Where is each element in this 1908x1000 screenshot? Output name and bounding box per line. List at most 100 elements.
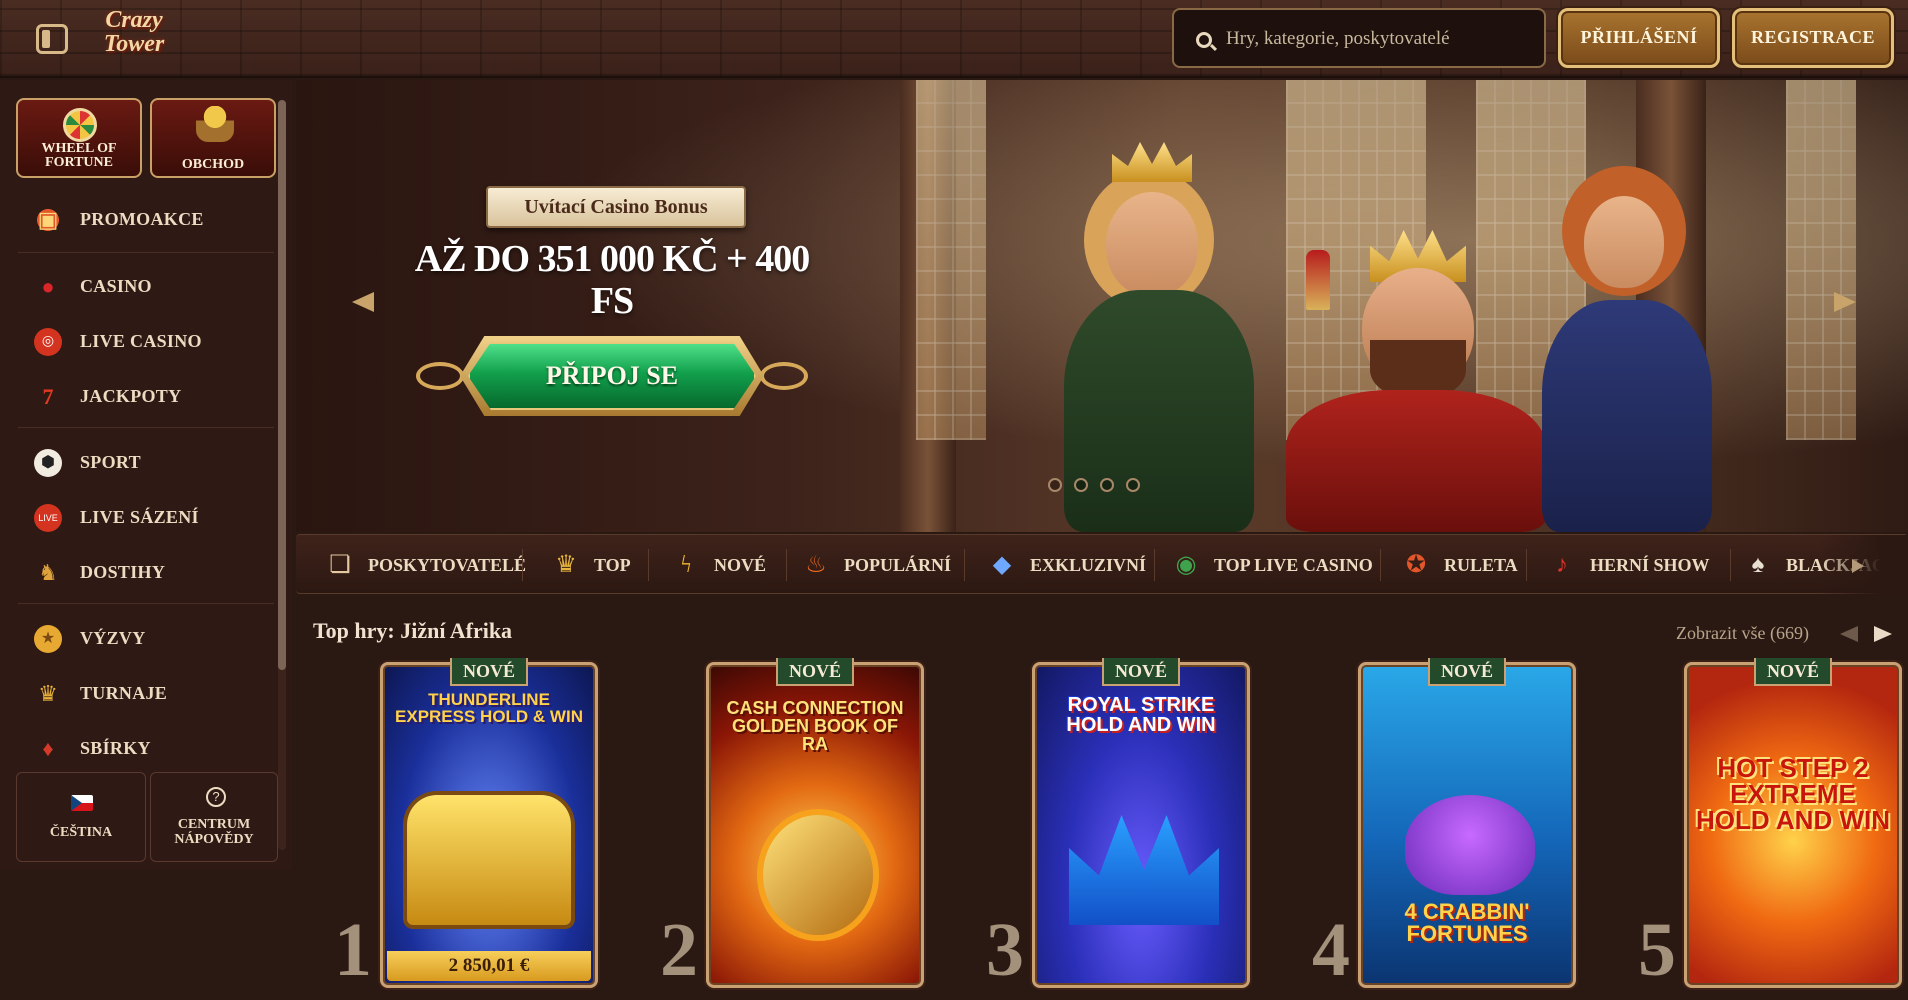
game-tile-royal-strike[interactable]: 3 ROYAL STRIKE HOLD AND WIN NOVÉ bbox=[986, 658, 1250, 988]
hero-banner[interactable]: Uvítací Casino Bonus AŽ DO 351 000 KČ + … bbox=[296, 80, 1908, 532]
category-label: POPULÁRNÍ bbox=[844, 555, 951, 575]
help-question-icon: ? bbox=[206, 787, 226, 807]
sidebar-item-live-sazeni[interactable]: LIVE LIVE SÁZENÍ bbox=[18, 492, 274, 542]
register-button[interactable]: REGISTRACE bbox=[1732, 8, 1894, 68]
language-label: ČEŠTINA bbox=[49, 825, 113, 840]
new-badge: NOVÉ bbox=[1102, 658, 1180, 686]
sidebar-toggle-icon[interactable] bbox=[36, 24, 68, 54]
show-all-link[interactable]: Zobrazit vše (669) bbox=[1676, 623, 1809, 644]
game-card: HOT STEP 2 EXTREME HOLD AND WIN bbox=[1684, 662, 1902, 988]
game-card: 4 CRABBIN' FORTUNES bbox=[1358, 662, 1576, 988]
category-separator bbox=[964, 549, 965, 581]
games-next-arrow-icon[interactable] bbox=[1874, 626, 1892, 642]
sidebar-item-dostihy[interactable]: ♞ DOSTIHY bbox=[18, 547, 274, 597]
help-center-label: CENTRUM NÁPOVĚDY bbox=[174, 817, 254, 847]
sidebar-item-sbirky[interactable]: ♦ SBÍRKY bbox=[18, 723, 274, 773]
sidebar-item-label: DOSTIHY bbox=[80, 562, 166, 582]
category-separator bbox=[1526, 549, 1527, 581]
sidebar: WHEEL OF FORTUNE OBCHOD ▣ PROMOAKCE ● CA… bbox=[0, 80, 292, 870]
category-separator bbox=[786, 549, 787, 581]
games-prev-arrow-icon[interactable] bbox=[1840, 626, 1858, 642]
game-rank: 1 bbox=[334, 908, 372, 992]
crown-art bbox=[1069, 815, 1219, 925]
king-character bbox=[1266, 190, 1556, 532]
wheel-of-fortune-tile[interactable]: WHEEL OF FORTUNE bbox=[16, 98, 142, 178]
sidebar-item-casino[interactable]: ● CASINO bbox=[18, 261, 274, 311]
search-input[interactable] bbox=[1226, 22, 1526, 56]
category-label: RULETA bbox=[1444, 555, 1518, 575]
category-label: EXKLUZIVNÍ bbox=[1030, 555, 1147, 575]
sidebar-item-promoakce[interactable]: ▣ PROMOAKCE bbox=[18, 194, 274, 244]
category-separator bbox=[1730, 549, 1731, 581]
crazy-tower-logo[interactable]: Crazy Tower bbox=[100, 8, 168, 68]
sidebar-item-label: CASINO bbox=[80, 276, 152, 296]
cherries-icon: ● bbox=[41, 274, 55, 299]
game-tile-crabbin-fortunes[interactable]: 4 4 CRABBIN' FORTUNES NOVÉ bbox=[1312, 658, 1576, 988]
wheel-of-fortune-label: WHEEL OF FORTUNE bbox=[41, 141, 117, 170]
search-box[interactable] bbox=[1172, 8, 1546, 68]
category-scroll-right-icon[interactable] bbox=[1852, 559, 1864, 573]
sidebar-scrollbar-thumb[interactable] bbox=[278, 100, 286, 670]
poker-chip-icon: ◉ bbox=[1175, 552, 1197, 578]
section-title: Top hry: Jižní Afrika bbox=[313, 618, 513, 643]
microphone-icon: ♪ bbox=[1556, 552, 1568, 578]
crab-art bbox=[1405, 795, 1535, 895]
shop-tile[interactable]: OBCHOD bbox=[150, 98, 276, 178]
locomotive-art bbox=[407, 795, 571, 925]
sidebar-item-live-casino[interactable]: ◎ LIVE CASINO bbox=[18, 316, 274, 366]
game-rank: 2 bbox=[660, 908, 698, 992]
game-tile-thunderline-express[interactable]: 1 THUNDERLINE EXPRESS HOLD & WIN 2 850,0… bbox=[334, 658, 598, 988]
sidebar-item-label: TURNAJE bbox=[80, 683, 168, 703]
bonus-title-plaque: Uvítací Casino Bonus bbox=[486, 186, 746, 228]
sidebar-item-label: LIVE CASINO bbox=[80, 331, 202, 351]
ornament-right bbox=[760, 362, 808, 390]
gift-icon: ▣ bbox=[34, 206, 62, 234]
game-card: CASH CONNECTION GOLDEN BOOK OF RA bbox=[706, 662, 924, 988]
sidebar-item-label: PROMOAKCE bbox=[80, 209, 204, 229]
new-badge: NOVÉ bbox=[1754, 658, 1832, 686]
goblet-icon bbox=[1306, 250, 1330, 310]
game-rank: 3 bbox=[986, 908, 1024, 992]
sidebar-divider bbox=[18, 427, 274, 428]
diamond-icon: ◆ bbox=[992, 552, 1012, 578]
new-badge: NOVÉ bbox=[450, 658, 528, 686]
help-center-button[interactable]: ? CENTRUM NÁPOVĚDY bbox=[150, 772, 278, 862]
roulette-chip-icon: ◎ bbox=[34, 328, 62, 356]
sidebar-item-label: JACKPOTY bbox=[80, 386, 182, 406]
sidebar-item-sport[interactable]: ⬢ SPORT bbox=[18, 437, 274, 487]
roulette-icon: ✪ bbox=[1405, 552, 1427, 578]
bonus-amount: AŽ DO 351 000 KČ + 400 FS bbox=[414, 238, 810, 322]
hero-dot[interactable] bbox=[1048, 478, 1062, 492]
game-rank: 5 bbox=[1638, 908, 1676, 992]
hero-prev-arrow-icon[interactable] bbox=[352, 292, 374, 312]
hero-dot[interactable] bbox=[1126, 478, 1140, 492]
search-icon bbox=[1196, 32, 1212, 48]
hero-window bbox=[916, 80, 986, 440]
game-tile-golden-book-of-ra[interactable]: 2 CASH CONNECTION GOLDEN BOOK OF RA NOVÉ bbox=[660, 658, 924, 988]
horse-head-icon: ♞ bbox=[38, 560, 58, 585]
sidebar-item-turnaje[interactable]: ♛ TURNAJE bbox=[18, 668, 274, 718]
hero-next-arrow-icon[interactable] bbox=[1834, 292, 1856, 312]
sidebar-item-vyzvy[interactable]: ★ VÝZVY bbox=[18, 613, 274, 663]
lucky-seven-icon: 7 bbox=[42, 384, 54, 409]
game-tile-hot-step-2-extreme[interactable]: 5 HOT STEP 2 EXTREME HOLD AND WIN NOVÉ bbox=[1638, 658, 1902, 988]
category-label: NOVÉ bbox=[714, 555, 767, 575]
join-button-label: PŘIPOJ SE bbox=[545, 361, 679, 390]
game-title: HOT STEP 2 EXTREME HOLD AND WIN bbox=[1695, 753, 1890, 835]
language-selector[interactable]: ČEŠTINA bbox=[16, 772, 146, 862]
golden-book-art bbox=[763, 815, 873, 935]
hero-dot[interactable] bbox=[1074, 478, 1088, 492]
lightning-icon: ϟ bbox=[680, 552, 692, 578]
new-badge: NOVÉ bbox=[776, 658, 854, 686]
medal-icon: ★ bbox=[34, 625, 62, 653]
hero-dot[interactable] bbox=[1100, 478, 1114, 492]
shop-basket-icon bbox=[196, 106, 234, 142]
game-card: THUNDERLINE EXPRESS HOLD & WIN 2 850,01 … bbox=[380, 662, 598, 988]
sidebar-scrollbar[interactable] bbox=[278, 100, 286, 850]
login-button[interactable]: PŘIHLÁŠENÍ bbox=[1558, 8, 1720, 68]
sidebar-item-jackpoty[interactable]: 7 JACKPOTY bbox=[18, 371, 274, 421]
sidebar-item-label: SBÍRKY bbox=[80, 738, 151, 758]
join-button[interactable]: PŘIPOJ SE bbox=[416, 334, 808, 418]
czech-flag-icon bbox=[71, 795, 93, 811]
category-label: TOP bbox=[594, 555, 631, 575]
